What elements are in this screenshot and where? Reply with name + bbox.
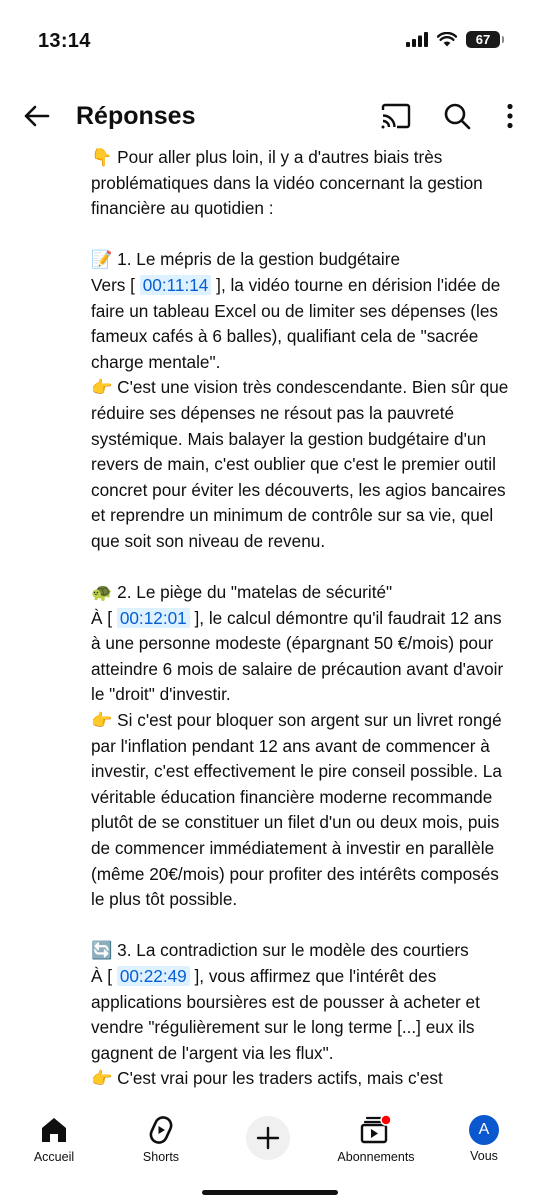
signal-icon [406, 32, 428, 47]
home-indicator [202, 1190, 338, 1195]
status-bar: 13:14 67 [0, 0, 538, 80]
nav-shorts[interactable]: Shorts [111, 1114, 211, 1164]
wifi-icon [437, 32, 457, 47]
cast-icon [381, 103, 411, 129]
nav-shorts-label: Shorts [142, 1150, 180, 1164]
search-button[interactable] [439, 98, 475, 134]
timestamp-link[interactable]: 00:22:49 [116, 966, 190, 986]
avatar: A [469, 1115, 499, 1145]
back-arrow-icon [24, 105, 50, 127]
section-1-title: 📝 1. Le mépris de la gestion budgétaire [91, 249, 400, 270]
create-button[interactable] [246, 1116, 290, 1160]
section-2-body: À [ 00:12:01 ], le calcul démontre qu'il… [91, 607, 504, 705]
section-3-body: À [ 00:22:49 ], vous affirmez que l'inté… [91, 966, 480, 1063]
status-time: 13:14 [38, 30, 91, 52]
avatar-letter: A [478, 1121, 490, 1138]
plus-icon [256, 1126, 280, 1150]
section-2-title: 🐢 2. Le piège du "matelas de sécurité" [91, 582, 393, 603]
nav-home-label: Accueil [33, 1150, 75, 1164]
bottom-nav: Accueil Shorts Abonnements A Vous [0, 1106, 538, 1200]
nav-you-label: Vous [470, 1149, 498, 1163]
timestamp-link[interactable]: 00:12:01 [116, 607, 190, 628]
app-header: Réponses [0, 88, 538, 148]
back-button[interactable] [18, 98, 54, 134]
nav-subscriptions[interactable]: Abonnements [326, 1114, 426, 1164]
comment-text: 👇 Pour aller plus loin, il y a d'autres … [91, 145, 511, 1092]
timestamp-link[interactable]: 00:11:14 [139, 274, 212, 295]
cast-button[interactable] [378, 98, 414, 134]
subscriptions-icon [360, 1114, 392, 1144]
battery-level: 67 [475, 32, 491, 47]
home-icon [42, 1118, 66, 1142]
section-1-body: Vers [ 00:11:14 ], la vidéo tourne en dé… [91, 274, 501, 372]
page-title: Réponses [76, 102, 196, 130]
intro-paragraph: 👇 Pour aller plus loin, il y a d'autres … [91, 147, 483, 219]
shorts-icon [149, 1116, 173, 1144]
status-icons: 67 [406, 31, 504, 48]
section-3-title: 🔄 3. La contradiction sur le modèle des … [91, 940, 469, 961]
section-1-comment: 👉 C'est une vision très condescendante. … [91, 377, 509, 551]
section-2-prefix: À [91, 607, 108, 628]
more-vertical-icon [507, 103, 513, 129]
nav-home[interactable]: Accueil [4, 1114, 104, 1164]
battery-indicator: 67 [466, 31, 504, 48]
more-options-button[interactable] [492, 98, 528, 134]
section-1-prefix: Vers [91, 274, 131, 295]
section-3-prefix: À [91, 966, 108, 986]
nav-you[interactable]: A Vous [434, 1114, 534, 1163]
nav-subscriptions-label: Abonnements [337, 1150, 415, 1164]
search-icon [444, 103, 471, 130]
section-2-comment: 👉 Si c'est pour bloquer son argent sur u… [91, 710, 502, 910]
